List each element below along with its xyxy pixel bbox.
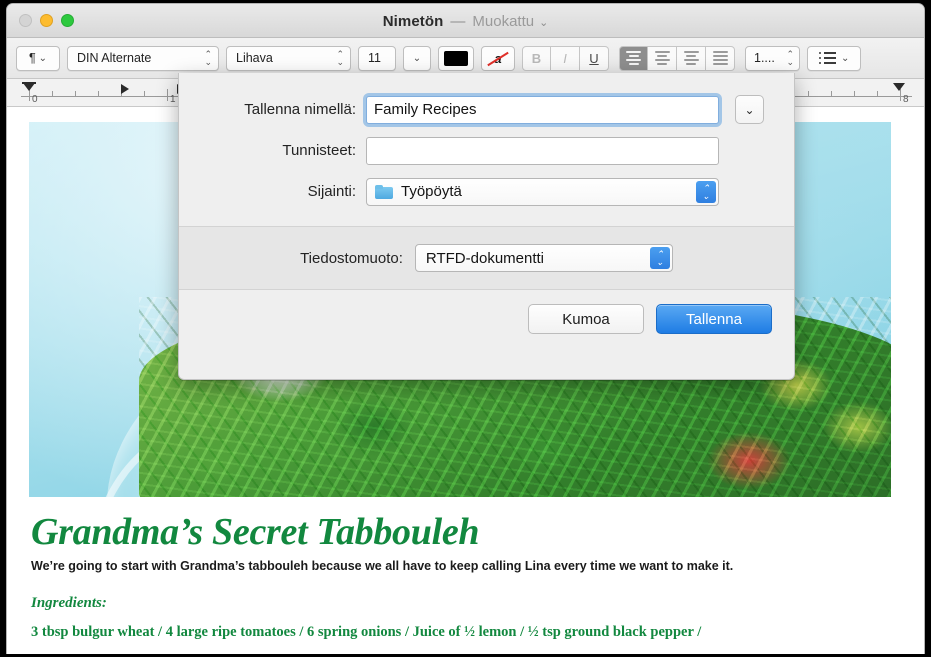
bullet-list-icon bbox=[818, 51, 837, 65]
folder-icon bbox=[375, 184, 393, 199]
file-format-value: RTFD-dokumentti bbox=[425, 249, 545, 267]
cancel-button[interactable]: Kumoa bbox=[528, 304, 644, 334]
align-left-button[interactable] bbox=[619, 45, 648, 71]
align-right-button[interactable] bbox=[677, 45, 706, 71]
location-label: Sijainti: bbox=[307, 183, 356, 200]
color-swatch bbox=[444, 50, 468, 66]
recipe-intro-paragraph: We’re going to start with Grandma’s tabb… bbox=[31, 559, 734, 573]
save-dialog-actions: Kumoa Tallenna bbox=[179, 290, 794, 350]
window-title: Nimetön — Muokattu ⌄ bbox=[7, 4, 924, 38]
screen: Nimetön — Muokattu ⌄ ¶ ⌄ DIN Alternate ⌃… bbox=[0, 0, 931, 657]
ruler-label-8: 8 bbox=[903, 94, 909, 105]
stepper-icon: ⌃ ⌄ bbox=[696, 180, 716, 203]
left-indent-marker[interactable] bbox=[22, 82, 36, 84]
save-as-label: Tallenna nimellä: bbox=[244, 101, 356, 118]
tab-stop-marker-1[interactable] bbox=[121, 84, 129, 94]
text-color-button[interactable] bbox=[438, 45, 474, 71]
file-format-select[interactable]: RTFD-dokumentti ⌃ ⌄ bbox=[414, 244, 673, 272]
paragraph-style-button[interactable]: ¶ ⌄ bbox=[16, 45, 60, 71]
save-button[interactable]: Tallenna bbox=[656, 304, 772, 334]
font-family-select[interactable]: DIN Alternate ⌃ ⌄ bbox=[67, 45, 219, 71]
file-format-row: Tiedostomuoto: RTFD-dokumentti ⌃ ⌄ bbox=[209, 244, 764, 272]
ingredients-list: 3 tbsp bulgur wheat / 4 large ripe tomat… bbox=[31, 624, 702, 640]
bold-button[interactable]: B bbox=[522, 45, 551, 71]
font-style-value: Lihava bbox=[236, 51, 273, 65]
underline-button[interactable]: U bbox=[580, 45, 609, 71]
expand-browser-button[interactable]: ⌄ bbox=[735, 95, 764, 124]
list-numbering-select[interactable]: 1.... ⌃ ⌄ bbox=[745, 45, 800, 71]
font-family-value: DIN Alternate bbox=[77, 51, 152, 65]
document-edited-state: Muokattu bbox=[472, 12, 535, 30]
location-value: Työpöytä bbox=[401, 183, 462, 200]
highlight-color-button[interactable]: a bbox=[481, 45, 515, 71]
save-as-row: Tallenna nimellä: Family Recipes ⌄ bbox=[209, 95, 764, 124]
list-numbering-value: 1.... bbox=[754, 51, 775, 65]
location-select[interactable]: Työpöytä ⌃ ⌄ bbox=[366, 177, 719, 206]
textedit-window: Nimetön — Muokattu ⌄ ¶ ⌄ DIN Alternate ⌃… bbox=[6, 3, 925, 654]
save-dialog-format-section: Tiedostomuoto: RTFD-dokumentti ⌃ ⌄ bbox=[179, 226, 794, 290]
font-size-input[interactable]: 11 bbox=[358, 45, 396, 71]
tags-row: Tunnisteet: bbox=[209, 136, 764, 165]
ruler-label-1: 1 bbox=[170, 94, 176, 105]
tags-input[interactable] bbox=[366, 136, 719, 165]
chevron-down-icon: ⌄ bbox=[744, 102, 755, 117]
save-as-input[interactable]: Family Recipes bbox=[366, 95, 719, 124]
pilcrow-icon: ¶ bbox=[28, 51, 36, 65]
chevron-down-icon: ⌄ bbox=[412, 52, 422, 64]
save-dialog[interactable]: Tallenna nimellä: Family Recipes ⌄ Tunni… bbox=[178, 73, 795, 380]
location-row: Sijainti: Työpöytä ⌃ ⌄ bbox=[209, 177, 764, 206]
font-style-select[interactable]: Lihava ⌃ ⌄ bbox=[226, 45, 351, 71]
save-dialog-top-section: Tallenna nimellä: Family Recipes ⌄ Tunni… bbox=[179, 73, 794, 226]
file-format-label: Tiedostomuoto: bbox=[300, 249, 403, 267]
ruler-label-0: 0 bbox=[32, 94, 38, 105]
stepper-icon: ⌃ ⌄ bbox=[204, 49, 212, 67]
chevron-down-icon: ⌄ bbox=[38, 52, 48, 64]
ingredients-heading: Ingredients: bbox=[31, 595, 107, 611]
document-title: Nimetön bbox=[382, 12, 444, 30]
stepper-icon: ⌃ ⌄ bbox=[649, 247, 670, 269]
font-size-value: 11 bbox=[368, 51, 381, 65]
alignment-group bbox=[619, 45, 735, 71]
window-titlebar[interactable]: Nimetön — Muokattu ⌄ bbox=[7, 4, 924, 38]
chevron-down-icon[interactable]: ⌄ bbox=[539, 16, 548, 29]
stepper-icon: ⌃ ⌄ bbox=[336, 49, 344, 67]
title-separator: — bbox=[450, 12, 466, 30]
recipe-heading: Grandma’s Secret Tabbouleh bbox=[31, 511, 480, 553]
tags-label: Tunnisteet: bbox=[282, 142, 356, 159]
italic-button[interactable]: I bbox=[551, 45, 580, 71]
chevron-down-icon: ⌄ bbox=[841, 52, 850, 64]
text-style-group: B I U bbox=[522, 45, 609, 71]
list-style-button[interactable]: ⌄ bbox=[807, 45, 861, 71]
align-center-button[interactable] bbox=[648, 45, 677, 71]
first-line-indent-marker[interactable] bbox=[23, 83, 35, 91]
right-indent-marker[interactable] bbox=[893, 83, 905, 91]
align-justify-button[interactable] bbox=[706, 45, 735, 71]
font-size-dropdown-button[interactable]: ⌄ bbox=[403, 45, 431, 71]
stepper-icon: ⌃ ⌄ bbox=[786, 49, 794, 67]
